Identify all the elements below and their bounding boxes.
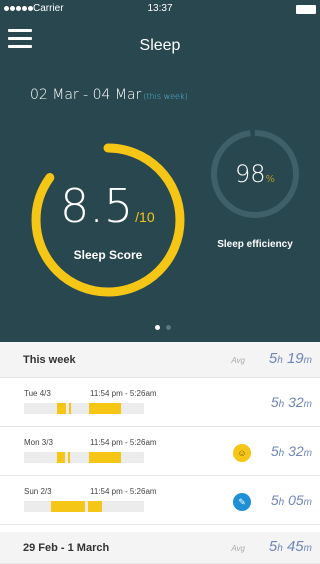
sleep-score-label: Sleep Score [73, 248, 143, 262]
row-minutes: 05 [288, 492, 304, 508]
row-hours: 5 [270, 394, 279, 410]
row-hours-unit: h [278, 497, 285, 508]
avg-label: Avg [231, 544, 245, 553]
row-time-range: 11:54 pm - 5:26am [90, 389, 157, 398]
row-minutes: 32 [288, 443, 304, 459]
row-hours: 5 [270, 492, 279, 508]
page-dot-2[interactable] [166, 325, 171, 330]
sleep-timeline-bar [24, 501, 144, 512]
minutes-unit: m [303, 355, 312, 366]
clock: 13:37 [147, 3, 173, 14]
page-indicator[interactable] [155, 325, 171, 330]
avg-hours: 5 [268, 538, 278, 555]
row-minutes-unit: m [303, 399, 312, 410]
pen-note-icon[interactable]: ✎ [233, 493, 251, 511]
date-range: 02 Mar - 04 Mar (this week) [30, 87, 188, 103]
sleep-efficiency-label: Sleep efficiency [217, 239, 293, 250]
row-time-range: 11:54 pm - 5:26am [90, 487, 157, 496]
sleep-row-sun[interactable]: Sun 2/3 11:54 pm - 5:26am ✎ 5h 05m [0, 476, 320, 525]
efficiency-unit: % [265, 174, 276, 185]
status-bar: Carrier 13:37 [0, 0, 320, 20]
row-duration: 5h 32m [271, 394, 312, 410]
sleep-segment [57, 403, 66, 414]
page-title: Sleep [139, 37, 181, 54]
battery-icon [296, 5, 316, 14]
sleep-segment [88, 501, 102, 512]
row-minutes-unit: m [303, 497, 312, 508]
smiley-face-icon[interactable]: ☺ [233, 444, 251, 462]
score-number: 8.5 [60, 179, 134, 233]
avg-minutes: 45 [286, 538, 304, 555]
row-hours-unit: h [278, 399, 285, 410]
sleep-summary-panel[interactable]: Carrier 13:37 Sleep 02 Mar - 04 Mar (this… [0, 0, 320, 342]
sleep-timeline-bar [24, 403, 144, 414]
avg-label: Avg [231, 356, 245, 365]
hours-unit: h [277, 543, 283, 554]
section-title: This week [23, 354, 76, 366]
sleep-efficiency-value: 98% [208, 160, 302, 188]
row-hours: 5 [270, 443, 279, 459]
avg-hours: 5 [268, 350, 278, 367]
row-day: Mon 3/3 [24, 438, 53, 447]
efficiency-number: 98 [234, 160, 266, 188]
row-hours-unit: h [278, 448, 285, 459]
range-tag: (this week) [143, 92, 188, 101]
sleep-segment [89, 452, 121, 463]
row-duration: 5h 05m [271, 492, 312, 508]
row-minutes: 32 [288, 394, 304, 410]
row-duration: 5h 32m [271, 443, 312, 459]
row-minutes-unit: m [303, 448, 312, 459]
avg-value: 5h 45m [269, 538, 312, 555]
avg-value: 5h 19m [269, 350, 312, 367]
sleep-segment [68, 452, 70, 463]
sleep-timeline-bar [24, 452, 144, 463]
sleep-segment [57, 452, 65, 463]
score-denominator: /10 [135, 209, 155, 225]
hours-unit: h [277, 355, 283, 366]
minutes-unit: m [303, 543, 312, 554]
sleep-row-mon[interactable]: Mon 3/3 11:54 pm - 5:26am ☺ 5h 32m [0, 427, 320, 476]
row-day: Tue 4/3 [24, 389, 51, 398]
sleep-row-tue[interactable]: Tue 4/3 11:54 pm - 5:26am 5h 32m [0, 378, 320, 427]
sleep-segment [89, 403, 121, 414]
sleep-segment [51, 501, 85, 512]
date-range-text: 02 Mar - 04 Mar [30, 87, 142, 103]
row-time-range: 11:54 pm - 5:26am [90, 438, 157, 447]
this-week-header[interactable]: This week Avg 5h 19m [0, 342, 320, 378]
page-dot-1[interactable] [155, 325, 160, 330]
section-title: 29 Feb - 1 March [23, 542, 110, 554]
prev-week-header[interactable]: 29 Feb - 1 March Avg 5h 45m [0, 532, 320, 564]
sleep-score-value: 8.5/10 [60, 183, 176, 229]
avg-minutes: 19 [286, 350, 304, 367]
sleep-segment [69, 403, 71, 414]
row-day: Sun 2/3 [24, 487, 52, 496]
